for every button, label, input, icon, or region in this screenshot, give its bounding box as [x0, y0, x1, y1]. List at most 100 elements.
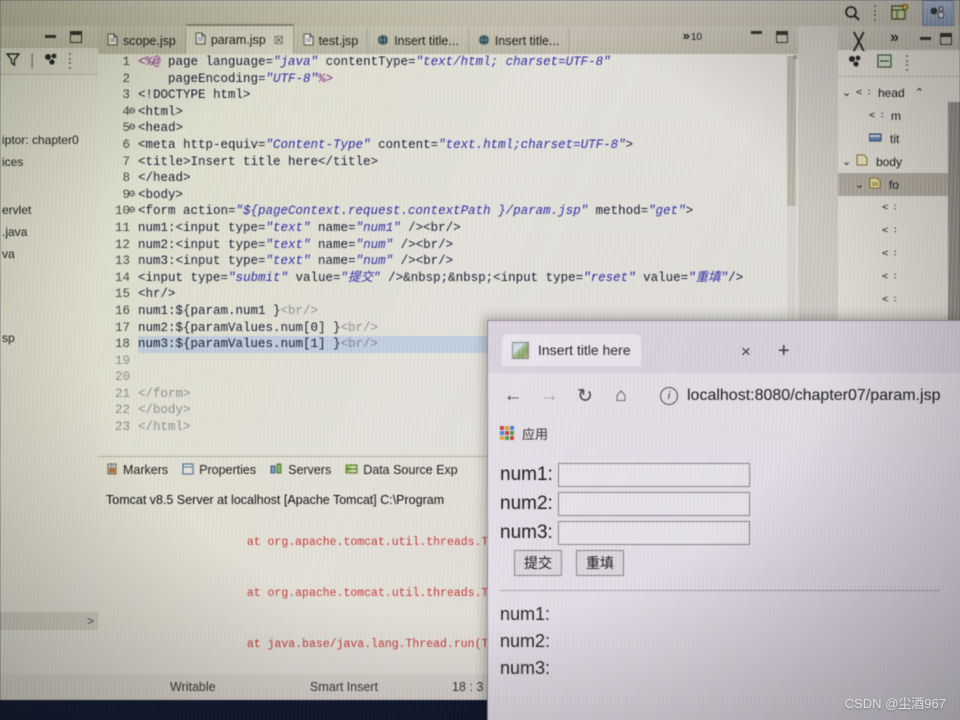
- fold-toggle[interactable]: ⊖: [126, 187, 138, 204]
- explorer-horizontal-scrollbar[interactable]: [0, 612, 98, 630]
- svg-text:< >: < >: [856, 87, 870, 97]
- explorer-row[interactable]: iptor: chapter0: [0, 129, 98, 151]
- address-bar[interactable]: i localhost:8080/chapter07/param.jsp: [642, 387, 960, 405]
- code-line[interactable]: <body>: [138, 187, 798, 204]
- editor-tab-label: scope.jsp: [123, 34, 176, 48]
- code-line[interactable]: <title>Insert title here</title>: [138, 154, 798, 171]
- editor-tab-param-jsp[interactable]: param.jsp ☒: [185, 24, 294, 54]
- explorer-row[interactable]: [0, 173, 98, 199]
- link-with-editor-icon[interactable]: [44, 52, 59, 71]
- explorer-minimize-icon[interactable]: [45, 35, 56, 38]
- apps-grid-icon[interactable]: [500, 426, 514, 440]
- outline-close-icon[interactable]: ╳: [854, 32, 864, 52]
- tab-markers[interactable]: Markers: [106, 463, 168, 478]
- num2-input[interactable]: [558, 492, 750, 516]
- status-cursor-position: 18 : 3: [452, 680, 484, 694]
- editor-tab-test-jsp[interactable]: test.jsp: [294, 28, 369, 54]
- outline-row[interactable]: < >: [838, 219, 960, 242]
- explorer-maximize-icon[interactable]: [70, 31, 82, 43]
- site-info-icon[interactable]: i: [660, 387, 678, 405]
- code-line[interactable]: <html>: [138, 104, 798, 121]
- fold-toggle[interactable]: ⊖: [126, 203, 138, 220]
- num3-input[interactable]: [558, 521, 750, 545]
- twisty-expand-icon[interactable]: ⌄: [842, 155, 852, 168]
- twisty-collapse-icon[interactable]: ⌃: [915, 86, 924, 99]
- page-favicon-icon: [512, 341, 529, 359]
- view-menu-icon[interactable]: [906, 55, 910, 71]
- outline-row[interactable]: < >: [838, 196, 960, 219]
- reset-button[interactable]: 重填: [576, 550, 624, 576]
- search-icon[interactable]: [840, 2, 864, 24]
- outline-tree[interactable]: ⌄ < > head ⌃ < > m tit ⌄ body ⌄ fo < > < > < > < > < >: [838, 77, 960, 311]
- twisty-expand-icon[interactable]: ⌄: [842, 86, 852, 99]
- chrome-tab[interactable]: Insert title here: [502, 334, 641, 366]
- outline-maximize-icon[interactable]: [940, 33, 952, 45]
- project-explorer-view[interactable]: | iptor: chapter0 ices ervlet .java va s…: [0, 26, 99, 674]
- submit-button[interactable]: 提交: [514, 550, 562, 576]
- fold-toggle[interactable]: ⊖: [126, 104, 138, 121]
- code-line[interactable]: <input type="submit" value="提交" />&nbsp;…: [138, 270, 798, 287]
- folding-column[interactable]: ⊖ ⊖ ⊖ ⊖: [126, 54, 138, 454]
- code-line[interactable]: <form action="${pageContext.request.cont…: [138, 203, 798, 220]
- reload-icon[interactable]: ↻: [570, 381, 600, 411]
- outline-row[interactable]: ⌄ fo: [838, 173, 960, 196]
- editor-tab-browser-1[interactable]: Insert title...: [368, 28, 469, 54]
- outline-row[interactable]: < >: [838, 265, 960, 288]
- tab-data-source-explorer[interactable]: Data Source Exp: [345, 463, 458, 478]
- view-menu-icon[interactable]: [69, 53, 73, 69]
- code-line[interactable]: <head>: [138, 120, 798, 137]
- bookmark-apps-label[interactable]: 应用: [522, 424, 548, 443]
- code-line[interactable]: num3:<input type="text" name="num" /><br…: [138, 253, 798, 270]
- num1-input[interactable]: [558, 463, 750, 487]
- filter-icon[interactable]: [5, 52, 21, 71]
- outline-row[interactable]: tit: [838, 127, 960, 150]
- explorer-tree[interactable]: iptor: chapter0 ices ervlet .java va sp: [0, 75, 98, 349]
- open-perspective-icon[interactable]: [888, 2, 912, 24]
- outline-row[interactable]: < >: [838, 288, 960, 311]
- code-line[interactable]: num1:<input type="text" name="num1" /><b…: [138, 220, 798, 237]
- outline-minimize-icon[interactable]: [920, 37, 931, 40]
- editor-tab-close-icon[interactable]: ☒: [274, 34, 284, 47]
- code-line[interactable]: pageEncoding="UTF-8"%>: [138, 71, 798, 88]
- outline-row[interactable]: ⌄ < > head ⌃: [838, 81, 960, 104]
- explorer-row[interactable]: .java: [0, 221, 98, 243]
- code-line[interactable]: <!DOCTYPE html>: [138, 87, 798, 104]
- fold-toggle[interactable]: ⊖: [126, 120, 138, 137]
- editor-tab-scope-jsp[interactable]: scope.jsp: [98, 28, 186, 54]
- collapse-all-icon[interactable]: [848, 54, 863, 73]
- explorer-row[interactable]: va: [0, 243, 98, 265]
- tab-servers[interactable]: Servers: [270, 463, 331, 478]
- new-tab-icon[interactable]: +: [778, 341, 790, 361]
- code-line[interactable]: <hr/>: [138, 286, 798, 303]
- outline-row[interactable]: < > m: [838, 104, 960, 127]
- explorer-row[interactable]: [0, 265, 98, 327]
- back-icon[interactable]: ←: [498, 381, 528, 411]
- explorer-row[interactable]: sp: [0, 327, 98, 349]
- explorer-row[interactable]: ervlet: [0, 199, 98, 221]
- hide-fields-icon[interactable]: [877, 53, 892, 73]
- explorer-row[interactable]: ices: [0, 151, 98, 173]
- editor-tab-browser-2[interactable]: Insert title...: [469, 28, 570, 54]
- editor-scroll-up-arrow[interactable]: ^: [793, 54, 798, 64]
- close-tab-icon[interactable]: ×: [741, 343, 751, 360]
- code-line[interactable]: </head>: [138, 170, 798, 187]
- explorer-scroll-right-arrow[interactable]: >: [87, 614, 94, 628]
- outline-view[interactable]: ╳ » ⌄< >head⌃< >mtit⌄body⌄fo< >< >< >< >…: [838, 26, 960, 332]
- code-line[interactable]: <%@ page language="java" contentType="te…: [138, 54, 798, 71]
- twisty-expand-icon[interactable]: ⌄: [855, 178, 865, 191]
- chevron-right-double-icon[interactable]: »: [890, 29, 899, 47]
- element-icon: < >: [869, 109, 887, 123]
- code-line[interactable]: num2:<input type="text" name="num" /><br…: [138, 237, 798, 254]
- editor-maximize-icon[interactable]: [776, 31, 788, 43]
- outline-vertical-scrollbar[interactable]: [948, 102, 960, 332]
- editor-minimize-icon[interactable]: [751, 31, 762, 34]
- forward-icon[interactable]: →: [534, 381, 564, 411]
- outline-row[interactable]: ⌄ body: [838, 150, 960, 173]
- java-ee-perspective-icon[interactable]: [922, 0, 954, 26]
- editor-tab-overflow-button[interactable]: » 10: [683, 28, 702, 43]
- outline-row[interactable]: < >: [838, 242, 960, 265]
- code-line[interactable]: <meta http-equiv="Content-Type" content=…: [138, 137, 798, 154]
- code-line[interactable]: num1:${param.num1 }<br/>: [138, 303, 798, 320]
- tab-properties[interactable]: Properties: [182, 462, 256, 478]
- home-icon[interactable]: ⌂: [606, 381, 636, 411]
